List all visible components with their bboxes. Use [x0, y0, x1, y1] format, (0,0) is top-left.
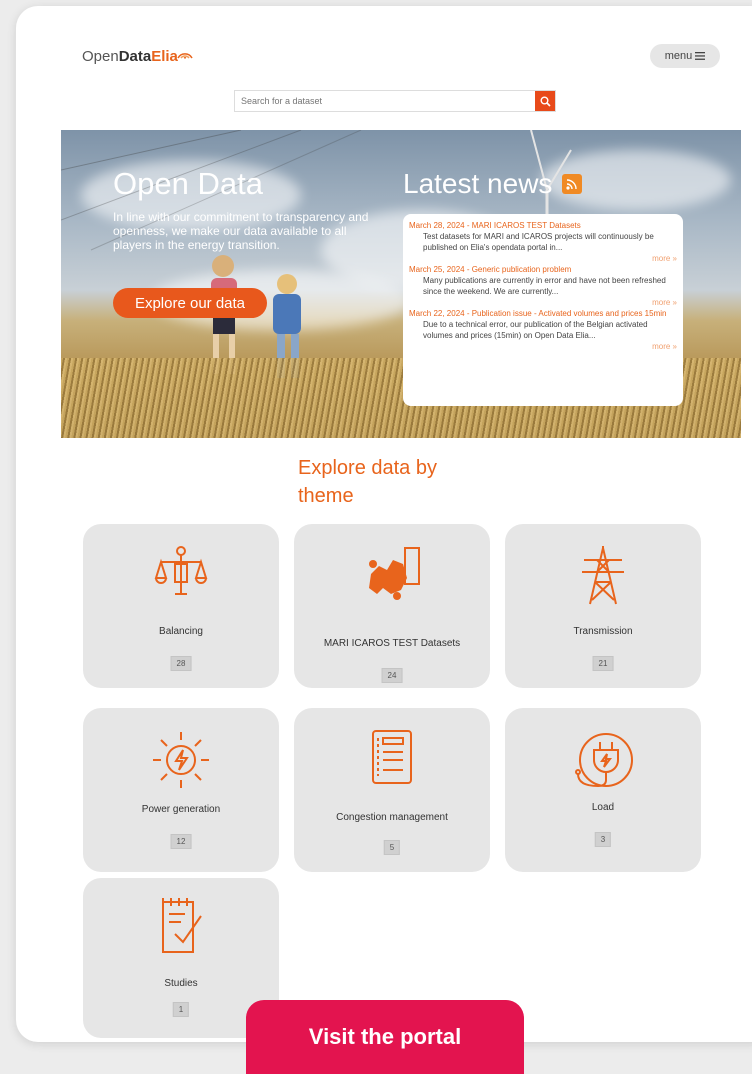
search-icon — [540, 96, 551, 107]
search-button[interactable] — [535, 91, 555, 111]
search-input[interactable] — [235, 91, 535, 111]
menu-button[interactable]: menu — [650, 44, 720, 68]
hero-title: Open Data — [113, 166, 263, 201]
site-logo[interactable]: Open Data Elia — [82, 48, 194, 65]
news-item-title[interactable]: March 22, 2024 - Publication issue - Act… — [409, 308, 677, 319]
theme-label: Power generation — [141, 804, 221, 815]
hero-text: In line with our commitment to transpare… — [113, 210, 369, 252]
theme-label: Congestion management — [336, 812, 448, 823]
theme-count: 21 — [592, 656, 614, 671]
logo-arc-icon — [177, 52, 193, 59]
news-more-link[interactable]: more » — [409, 297, 677, 308]
news-item[interactable]: March 25, 2024 - Generic publication pro… — [409, 264, 677, 308]
checklist-icon — [162, 898, 202, 953]
news-item-desc: Due to a technical error, our publicatio… — [423, 320, 648, 340]
theme-count: 3 — [594, 832, 612, 847]
search-bar — [234, 90, 556, 112]
theme-label: Load — [591, 802, 615, 813]
news-item-title[interactable]: March 28, 2024 - MARI ICAROS TEST Datase… — [409, 220, 677, 231]
europe-map-icon — [369, 547, 420, 600]
hamburger-icon — [695, 52, 706, 60]
theme-count: 5 — [383, 840, 401, 855]
theme-count: 1 — [172, 1002, 190, 1017]
news-title: Latest news — [403, 168, 553, 199]
theme-count: 24 — [381, 668, 403, 683]
logo-open-text: Open — [82, 48, 119, 65]
theme-tile-congestion-management[interactable]: Congestion management 5 — [294, 708, 490, 872]
theme-count: 12 — [170, 834, 192, 849]
page-frame: Open Data Elia menu Search for a dataset… — [16, 6, 752, 1042]
news-more-link[interactable]: more » — [409, 341, 677, 352]
scales-icon — [154, 546, 208, 595]
theme-label: MARI ICAROS TEST Datasets — [323, 638, 461, 649]
theme-section-title: Explore data by theme — [298, 457, 437, 507]
theme-tile-power-generation[interactable]: Power generation 12 — [83, 708, 279, 872]
news-item[interactable]: March 22, 2024 - Publication issue - Act… — [409, 308, 677, 352]
news-title-row: Latest news — [403, 168, 583, 200]
logo-data-text: Data — [118, 48, 152, 65]
theme-count: 28 — [170, 656, 192, 671]
plug-icon — [575, 733, 633, 788]
theme-tile-mari-icaros[interactable]: MARI ICAROS TEST Datasets 24 — [294, 524, 490, 688]
power-sun-icon — [153, 732, 209, 788]
news-item-desc: Test datasets for MARI and ICAROS projec… — [423, 232, 654, 252]
theme-label: Transmission — [573, 626, 633, 637]
news-item-title[interactable]: March 25, 2024 - Generic publication pro… — [409, 264, 677, 275]
theme-tile-load[interactable]: Load 3 — [505, 708, 701, 872]
logo-elia-text: Elia — [151, 48, 178, 65]
pylon-icon — [582, 546, 624, 605]
menu-label: menu — [664, 50, 693, 62]
visit-portal-button[interactable]: Visit the portal — [246, 1000, 524, 1074]
news-box: March 28, 2024 - MARI ICAROS TEST Datase… — [403, 214, 683, 406]
theme-tile-balancing[interactable]: Balancing 28 — [83, 524, 279, 688]
theme-label: Balancing — [159, 626, 203, 637]
theme-label: Studies — [164, 978, 198, 989]
news-item[interactable]: March 28, 2024 - MARI ICAROS TEST Datase… — [409, 220, 677, 264]
rss-icon[interactable] — [562, 174, 583, 194]
explore-data-button[interactable]: Explore our data — [113, 288, 267, 318]
document-icon — [372, 730, 412, 784]
hero-banner: Open Data In line with our commitment to… — [61, 130, 741, 438]
theme-tile-transmission[interactable]: Transmission 21 — [505, 524, 701, 688]
news-more-link[interactable]: more » — [409, 253, 677, 264]
news-item-desc: Many publications are currently in error… — [423, 276, 666, 296]
